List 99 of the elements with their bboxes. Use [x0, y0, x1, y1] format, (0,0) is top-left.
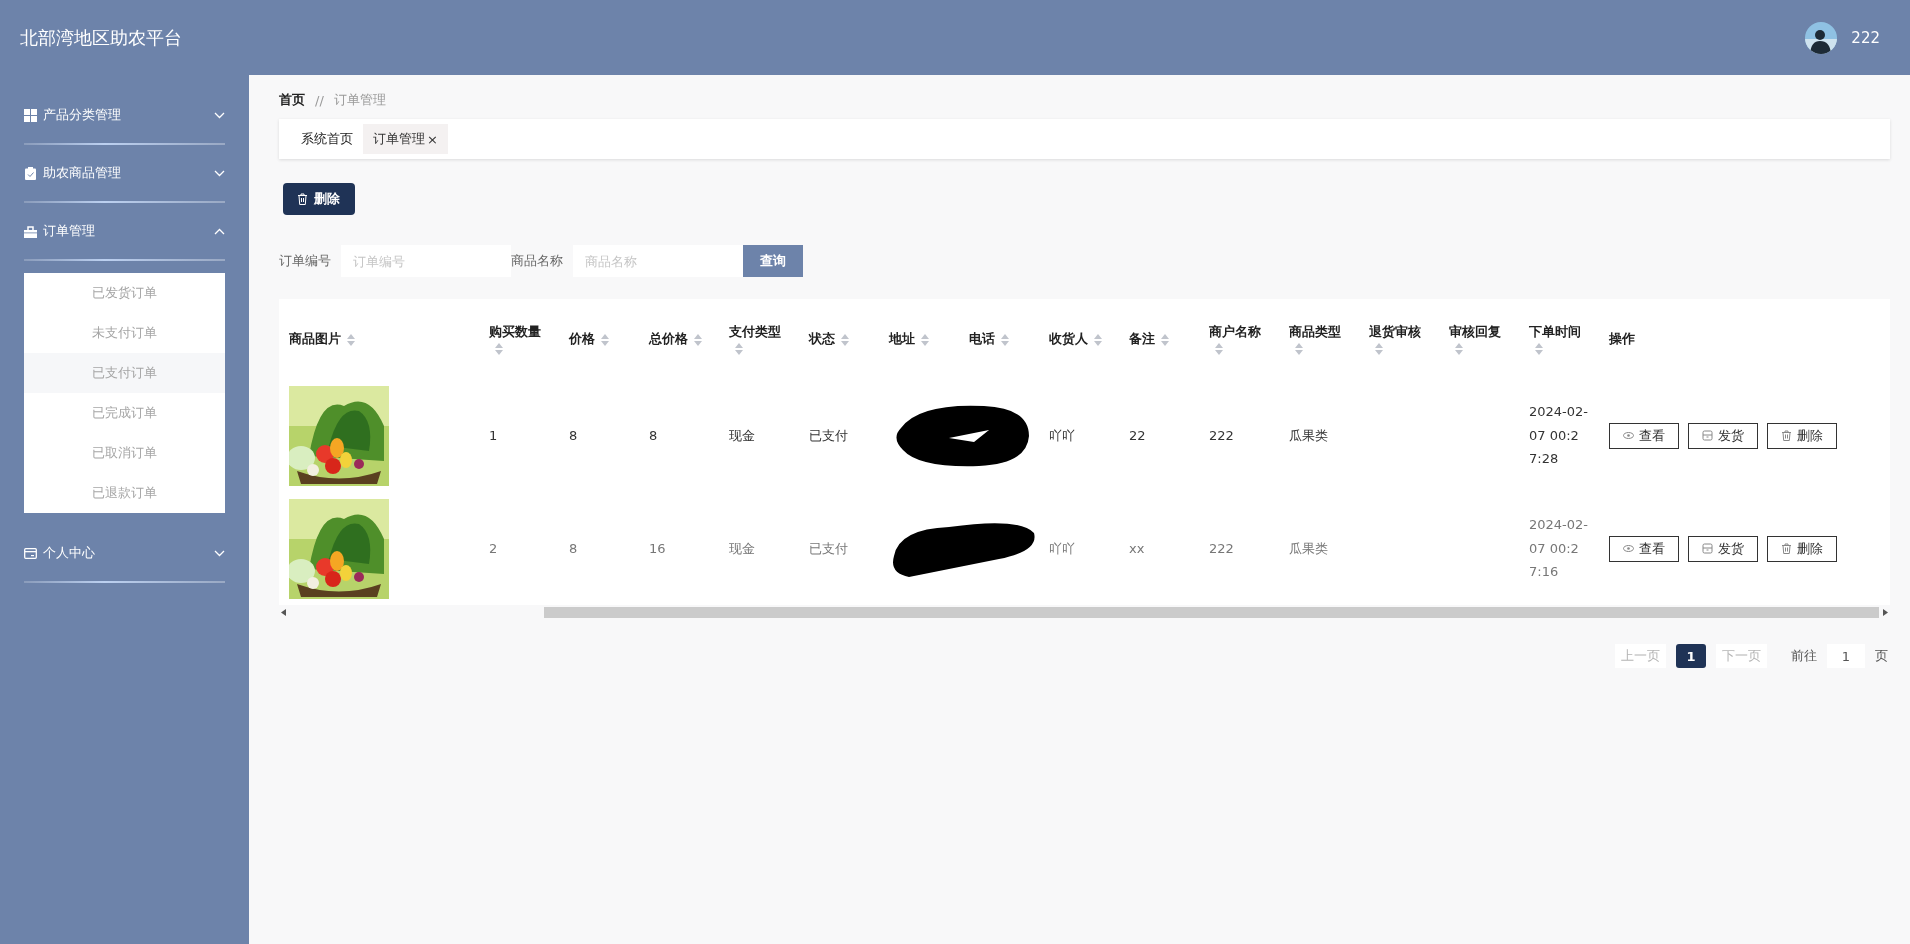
table-cell: 2 — [489, 540, 498, 556]
briefcase-icon — [24, 224, 37, 238]
chevron-icon — [214, 169, 225, 177]
table-cell: 2024-02-07 00:27:16 — [1529, 517, 1588, 580]
trash-icon — [297, 193, 308, 205]
chevron-icon — [214, 227, 225, 235]
sort-icon[interactable] — [347, 333, 355, 346]
action-button[interactable]: 发货 — [1688, 535, 1758, 562]
sort-icon[interactable] — [1001, 333, 1009, 346]
table-cell: 现金 — [729, 540, 755, 556]
column-header: 商品图片 — [289, 331, 341, 346]
column-header: 支付类型 — [729, 323, 781, 339]
grid-icon — [24, 108, 37, 122]
sort-icon[interactable] — [1215, 343, 1223, 355]
column-header: 商户名称 — [1209, 323, 1261, 339]
table-cell: 吖吖 — [1049, 427, 1075, 443]
box-icon — [1702, 543, 1713, 554]
sort-icon[interactable] — [495, 343, 503, 355]
column-header: 价格 — [569, 331, 595, 346]
column-header: 总价格 — [649, 331, 688, 346]
tab[interactable]: 订单管理× — [363, 124, 448, 154]
table-cell: 8 — [569, 540, 578, 556]
table-cell: 瓜果类 — [1289, 540, 1328, 556]
table-cell: 16 — [649, 540, 666, 556]
sort-icon[interactable] — [1161, 333, 1169, 346]
chevron-icon — [214, 549, 225, 557]
clipboard-icon — [24, 166, 37, 180]
sort-icon[interactable] — [1094, 333, 1102, 346]
query-button[interactable]: 查询 — [743, 245, 803, 277]
table-cell: 222 — [1209, 427, 1234, 443]
menu-label: 个人中心 — [43, 544, 95, 562]
menu-item[interactable]: 助农商品管理 — [0, 145, 249, 201]
table-cell: 8 — [569, 427, 578, 443]
breadcrumb-separator: // — [315, 92, 324, 108]
avatar[interactable] — [1805, 21, 1838, 54]
delete-button[interactable]: 删除 — [283, 183, 355, 215]
trash-icon — [1781, 430, 1792, 441]
app-title: 北部湾地区助农平台 — [20, 25, 182, 50]
column-header: 商品类型 — [1289, 323, 1341, 339]
close-icon[interactable]: × — [427, 131, 438, 147]
menu-item[interactable]: 订单管理 — [0, 203, 249, 259]
sort-icon[interactable] — [841, 333, 849, 346]
scroll-left-icon[interactable] — [281, 608, 286, 616]
table-cell: 22 — [1129, 427, 1146, 443]
sort-icon[interactable] — [601, 333, 609, 346]
action-button[interactable]: 查看 — [1609, 422, 1679, 449]
scroll-right-icon[interactable] — [1883, 608, 1888, 616]
breadcrumb-item[interactable]: 首页 — [279, 91, 305, 109]
table-cell: 吖吖 — [1049, 540, 1075, 556]
card-icon — [24, 546, 37, 560]
chevron-icon — [214, 111, 225, 119]
column-header: 地址 — [889, 331, 915, 346]
column-header: 审核回复 — [1449, 323, 1501, 339]
table-cell: 已支付 — [809, 540, 848, 556]
page-suffix: 页 — [1875, 647, 1888, 665]
menu-label: 订单管理 — [43, 222, 95, 240]
column-header: 状态 — [809, 331, 835, 346]
box-icon — [1702, 430, 1713, 441]
sort-icon[interactable] — [1295, 343, 1303, 355]
action-button[interactable]: 删除 — [1767, 535, 1837, 562]
sort-icon[interactable] — [735, 343, 743, 355]
breadcrumb-item: 订单管理 — [333, 91, 386, 109]
table-cell: 瓜果类 — [1289, 427, 1328, 443]
sort-icon[interactable] — [921, 333, 929, 346]
table-cell: 8 — [649, 427, 658, 443]
table-cell: xx — [1129, 540, 1145, 556]
column-header: 购买数量 — [489, 323, 541, 339]
table-cell: 已支付 — [809, 427, 848, 443]
sort-icon[interactable] — [1535, 343, 1543, 355]
eye-icon — [1623, 543, 1634, 554]
menu-label: 助农商品管理 — [43, 164, 121, 182]
eye-icon — [1623, 430, 1634, 441]
scrollbar[interactable] — [279, 605, 1890, 619]
column-header: 备注 — [1129, 331, 1155, 346]
menu-item[interactable]: 个人中心 — [0, 525, 249, 581]
table-cell: 2024-02-07 00:27:28 — [1529, 404, 1588, 467]
sort-icon[interactable] — [1455, 343, 1463, 355]
table-cell: 1 — [489, 427, 498, 443]
field-label: 商品名称 — [511, 252, 563, 270]
goto-label: 前往 — [1791, 647, 1817, 665]
field-label: 订单编号 — [279, 252, 331, 270]
table-cell: 现金 — [729, 427, 755, 443]
column-header: 退货审核 — [1369, 323, 1421, 339]
sort-icon[interactable] — [694, 333, 702, 346]
user-name: 222 — [1851, 28, 1880, 47]
page-number[interactable]: 1 — [1676, 644, 1706, 668]
table-cell: 222 — [1209, 540, 1234, 556]
action-button[interactable]: 发货 — [1688, 422, 1758, 449]
page-input[interactable]: 1 — [1827, 644, 1865, 668]
menu-item[interactable]: 产品分类管理 — [0, 87, 249, 143]
column-header: 操作 — [1609, 331, 1635, 346]
action-button[interactable]: 删除 — [1767, 422, 1837, 449]
menu-label: 产品分类管理 — [43, 106, 121, 124]
column-header: 下单时间 — [1529, 323, 1581, 339]
action-button[interactable]: 查看 — [1609, 535, 1679, 562]
trash-icon — [1781, 543, 1792, 554]
sort-icon[interactable] — [1375, 343, 1383, 355]
column-header: 电话 — [969, 331, 995, 346]
column-header: 收货人 — [1049, 331, 1088, 346]
